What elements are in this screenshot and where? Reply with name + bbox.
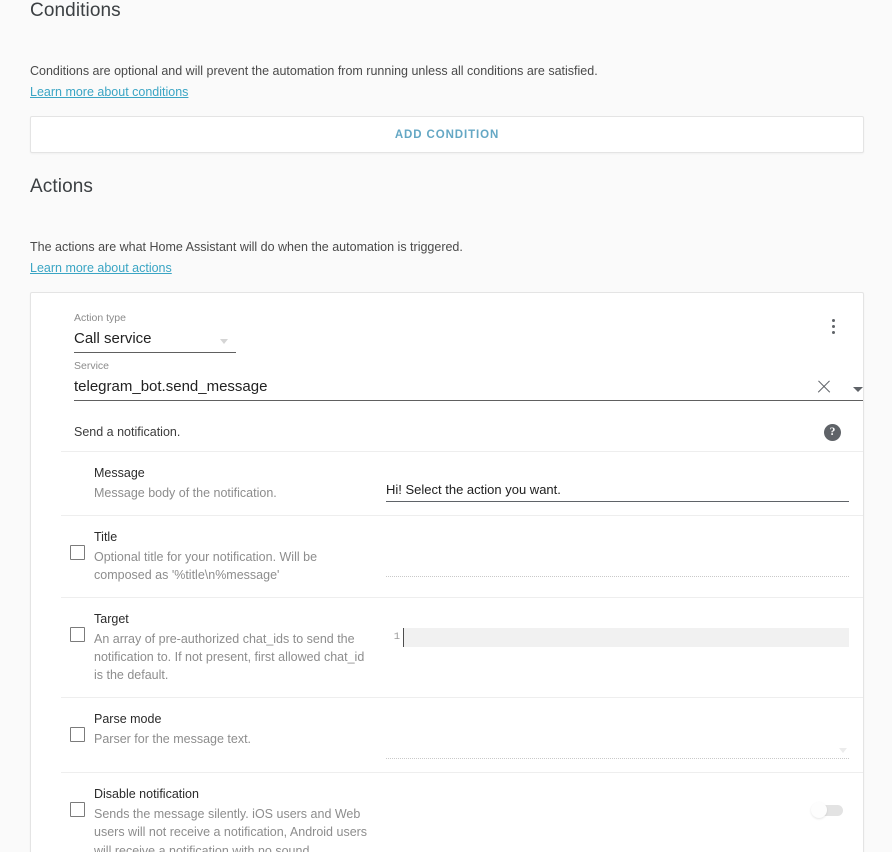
service-description: Send a notification. bbox=[74, 425, 181, 439]
automation-editor-page: Conditions Conditions are optional and w… bbox=[0, 0, 892, 852]
field-checkbox-cell bbox=[61, 786, 94, 818]
field-help-text: Parser for the message text. bbox=[94, 732, 252, 747]
field-name: Message bbox=[94, 466, 145, 480]
field-toggle-cell bbox=[386, 802, 849, 819]
actions-section-title: Actions bbox=[30, 176, 94, 197]
field-description-cell: Message Message body of the notification. bbox=[94, 465, 386, 502]
action-type-underline bbox=[74, 351, 236, 353]
service-field-row: Disable notification Sends the message si… bbox=[61, 772, 863, 852]
actions-description: The actions are what Home Assistant will… bbox=[30, 240, 463, 254]
conditions-section-title: Conditions bbox=[30, 0, 121, 21]
code-line-number: 1 bbox=[386, 628, 403, 648]
field-name: Title bbox=[94, 530, 118, 544]
field-help-text: Message body of the notification. bbox=[94, 485, 277, 500]
field-control-cell bbox=[386, 711, 863, 760]
add-condition-button[interactable]: ADD CONDITION bbox=[395, 129, 499, 141]
conditions-learn-more-link[interactable]: Learn more about conditions bbox=[30, 85, 188, 99]
service-field-row: Parse mode Parser for the message text. bbox=[61, 697, 863, 772]
chevron-down-icon[interactable] bbox=[853, 386, 863, 392]
add-condition-card[interactable]: ADD CONDITION bbox=[30, 116, 864, 153]
close-icon[interactable] bbox=[815, 378, 833, 396]
field-control-cell bbox=[386, 786, 863, 819]
field-control-cell: Hi! Select the action you want. bbox=[386, 465, 863, 502]
action-type-label: Action type bbox=[74, 312, 126, 324]
field-checkbox-cell bbox=[61, 711, 94, 743]
chevron-down-icon[interactable] bbox=[220, 338, 228, 344]
field-control-cell: 1 bbox=[386, 611, 863, 648]
field-code-editor[interactable]: 1 bbox=[386, 628, 849, 648]
help-icon[interactable]: ? bbox=[824, 423, 841, 441]
field-name: Target bbox=[94, 612, 129, 627]
field-checkbox-cell bbox=[61, 529, 94, 560]
field-description-cell: Parse mode Parser for the message text. bbox=[94, 711, 386, 748]
field-enable-checkbox[interactable] bbox=[70, 727, 85, 743]
field-enable-checkbox[interactable] bbox=[70, 545, 85, 560]
code-active-line[interactable] bbox=[403, 628, 849, 648]
service-field-row: Target An array of pre-authorized chat_id… bbox=[61, 597, 863, 697]
service-underline bbox=[74, 399, 863, 401]
field-text-input[interactable]: Hi! Select the action you want. bbox=[386, 479, 849, 502]
service-label: Service bbox=[74, 360, 110, 372]
chevron-down-icon[interactable] bbox=[839, 748, 847, 754]
action-card: Action type Call service Service telegra… bbox=[30, 292, 864, 852]
service-value: telegram_bot.send_message bbox=[74, 377, 268, 395]
field-help-text: Optional title for your notification. Wi… bbox=[94, 549, 318, 582]
field-description-cell: Disable notification Sends the message si… bbox=[94, 786, 386, 852]
service-fields-list: Message Message body of the notification.… bbox=[61, 451, 863, 852]
field-select-input[interactable] bbox=[386, 737, 849, 760]
field-name: Parse mode bbox=[94, 712, 162, 727]
field-checkbox-cell bbox=[61, 465, 94, 496]
service-field-row: Title Optional title for your notificatio… bbox=[61, 515, 863, 597]
field-enable-checkbox[interactable] bbox=[70, 627, 85, 643]
field-checkbox-cell bbox=[61, 611, 94, 643]
action-type-value: Call service bbox=[74, 329, 152, 347]
field-help-text: Sends the message silently. iOS users an… bbox=[94, 807, 368, 852]
service-description-row: Send a notification. ? bbox=[31, 413, 863, 451]
action-type-field[interactable]: Action type Call service bbox=[74, 313, 236, 353]
service-field-row: Message Message body of the notification.… bbox=[61, 451, 863, 515]
conditions-description: Conditions are optional and will prevent… bbox=[30, 64, 598, 78]
field-name: Disable notification bbox=[94, 787, 199, 802]
field-control-cell bbox=[386, 529, 863, 577]
field-text-input[interactable] bbox=[386, 555, 849, 577]
field-enable-checkbox[interactable] bbox=[70, 802, 85, 818]
service-field[interactable]: Service telegram_bot.send_message bbox=[74, 360, 863, 401]
field-toggle-switch[interactable] bbox=[811, 802, 843, 819]
field-description-cell: Title Optional title for your notificatio… bbox=[94, 529, 386, 584]
field-description-cell: Target An array of pre-authorized chat_id… bbox=[94, 611, 386, 684]
more-vert-icon[interactable] bbox=[821, 313, 845, 339]
field-help-text: An array of pre-authorized chat_ids to s… bbox=[94, 632, 365, 683]
actions-learn-more-link[interactable]: Learn more about actions bbox=[30, 261, 172, 275]
